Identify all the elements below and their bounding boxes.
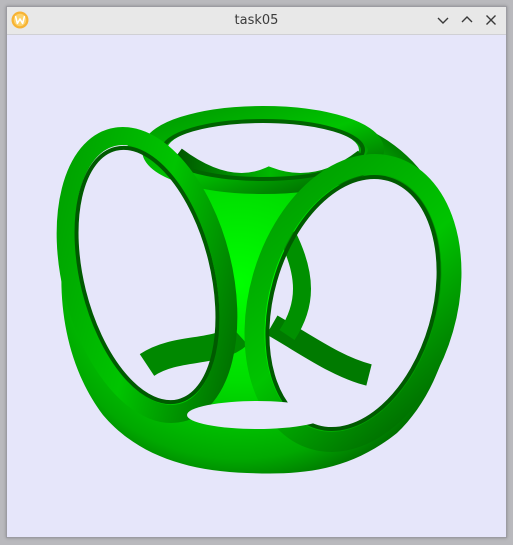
minimize-icon[interactable]	[435, 12, 451, 28]
maximize-icon[interactable]	[459, 12, 475, 28]
gl-viewport[interactable]	[7, 35, 506, 537]
bottom-hole	[187, 401, 327, 429]
rendered-object	[56, 106, 462, 474]
close-icon[interactable]	[483, 12, 499, 28]
window-title: task05	[234, 13, 279, 28]
app-window: task05	[6, 6, 507, 538]
title-bar[interactable]: task05	[7, 7, 506, 35]
